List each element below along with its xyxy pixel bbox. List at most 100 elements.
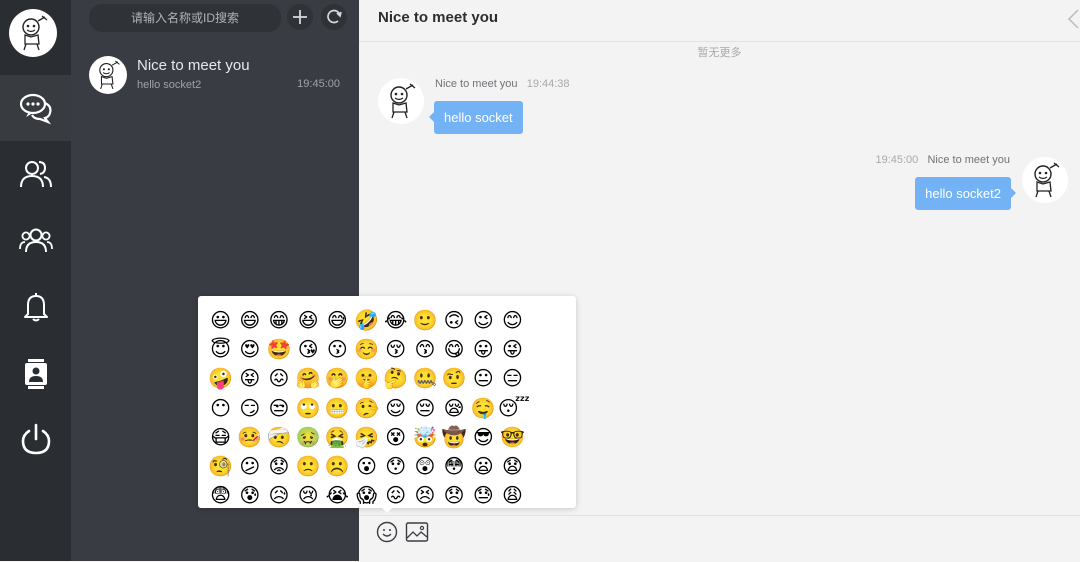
message-bubble[interactable]: hello socket: [429, 101, 523, 134]
emoji-item[interactable]: 🤤: [469, 394, 498, 423]
emoji-item[interactable]: 😶: [206, 394, 235, 423]
emoji-item[interactable]: 🤪: [206, 364, 235, 393]
emoji-item[interactable]: 🙁: [294, 452, 323, 481]
emoji-item[interactable]: 🤣: [352, 306, 381, 335]
emoji-item[interactable]: 😇: [206, 335, 235, 364]
emoji-item[interactable]: 😖: [264, 364, 293, 393]
emoji-item[interactable]: 🤐: [410, 364, 439, 393]
emoji-item[interactable]: 😃: [206, 306, 235, 335]
emoji-item[interactable]: 🙂: [410, 306, 439, 335]
emoji-item[interactable]: 😜: [498, 335, 527, 364]
emoji-item[interactable]: 😞: [440, 481, 469, 508]
emoji-item[interactable]: 😥: [264, 481, 293, 508]
emoji-item[interactable]: ☹️: [323, 452, 352, 481]
emoji-item[interactable]: 😎: [469, 423, 498, 452]
emoji-item[interactable]: 😕: [235, 452, 264, 481]
image-button[interactable]: [405, 520, 429, 544]
emoji-item[interactable]: 😚: [381, 335, 410, 364]
user-group-icon: [18, 228, 53, 253]
search-input[interactable]: [89, 4, 281, 32]
emoji-item[interactable]: 😉: [469, 306, 498, 335]
emoji-item[interactable]: 😍: [235, 335, 264, 364]
emoji-item[interactable]: 😨: [206, 481, 235, 508]
emoji-item[interactable]: 😯: [381, 452, 410, 481]
emoji-item[interactable]: 😰: [235, 481, 264, 508]
emoji-item[interactable]: 😑: [498, 364, 527, 393]
emoji-item[interactable]: 🤩: [264, 335, 293, 364]
emoji-item[interactable]: 😣: [410, 481, 439, 508]
emoji-item[interactable]: 🤮: [323, 423, 352, 452]
emoji-item[interactable]: 😐: [469, 364, 498, 393]
message-avatar[interactable]: [378, 78, 424, 124]
emoji-item[interactable]: 😦: [469, 452, 498, 481]
emoji-item[interactable]: 😛: [469, 335, 498, 364]
emoji-item[interactable]: 😝: [235, 364, 264, 393]
emoji-item[interactable]: 😴: [498, 394, 530, 423]
emoji-item[interactable]: 🤫: [352, 364, 381, 393]
emoji-item[interactable]: 🤠: [440, 423, 469, 452]
emoji-item[interactable]: 🤔: [381, 364, 410, 393]
user-avatar[interactable]: [9, 9, 57, 57]
emoji-item[interactable]: 😊: [498, 306, 527, 335]
emoji-item[interactable]: 😧: [498, 452, 527, 481]
emoji-item[interactable]: 😆: [294, 306, 323, 335]
emoji-button[interactable]: [375, 520, 399, 544]
nav-logout[interactable]: [0, 406, 71, 472]
nav-address-book[interactable]: [0, 340, 71, 406]
emoji-item[interactable]: 😭: [323, 481, 352, 508]
emoji-item[interactable]: 😙: [410, 335, 439, 364]
emoji-item[interactable]: 🙄: [294, 394, 323, 423]
emoji-item[interactable]: 😗: [323, 335, 352, 364]
emoji-item[interactable]: 😁: [264, 306, 293, 335]
emoji-item[interactable]: 😵: [381, 423, 410, 452]
emoji-item[interactable]: ☺️: [352, 335, 381, 364]
emoji-item[interactable]: 😓: [469, 481, 498, 508]
refresh-button[interactable]: [321, 4, 347, 30]
emoji-item[interactable]: 🤧: [352, 423, 381, 452]
conversation-item[interactable]: Nice to meet you hello socket2 19:45:00: [71, 44, 359, 104]
emoji-item[interactable]: 🤥: [352, 394, 381, 423]
add-button[interactable]: [287, 4, 313, 30]
emoji-item[interactable]: 😌: [381, 394, 410, 423]
emoji-item[interactable]: 😏: [235, 394, 264, 423]
user-pair-icon: [19, 161, 52, 188]
emoji-item[interactable]: 😅: [323, 306, 352, 335]
emoji-item[interactable]: 😲: [410, 452, 439, 481]
message-bubble[interactable]: hello socket2: [915, 177, 1016, 210]
smiley-icon: [376, 521, 398, 543]
nav-messages[interactable]: [0, 75, 71, 141]
emoji-item[interactable]: 🤭: [323, 364, 352, 393]
emoji-item[interactable]: 🤢: [294, 423, 323, 452]
emoji-item[interactable]: 😂: [381, 306, 410, 335]
emoji-item[interactable]: 😱: [352, 481, 381, 508]
emoji-item[interactable]: 😬: [323, 394, 352, 423]
emoji-item[interactable]: 😒: [264, 394, 293, 423]
emoji-item[interactable]: 🤕: [264, 423, 293, 452]
emoji-item[interactable]: 😮: [352, 452, 381, 481]
nav-groups[interactable]: [0, 207, 71, 273]
nav-contacts[interactable]: [0, 141, 71, 207]
message-avatar[interactable]: [1022, 157, 1068, 203]
emoji-item[interactable]: 😳: [440, 452, 469, 481]
emoji-item[interactable]: 🤯: [410, 423, 439, 452]
emoji-item[interactable]: 😪: [440, 394, 469, 423]
emoji-item[interactable]: 😷: [206, 423, 235, 452]
emoji-item[interactable]: 🙃: [440, 306, 469, 335]
emoji-item[interactable]: 😔: [410, 394, 439, 423]
conversation-last-message: hello socket2: [137, 79, 202, 91]
emoji-item[interactable]: 🧐: [206, 452, 235, 481]
collapse-button[interactable]: [1064, 8, 1080, 30]
emoji-item[interactable]: 🤓: [498, 423, 527, 452]
emoji-item[interactable]: 😋: [440, 335, 469, 364]
emoji-item[interactable]: 😟: [264, 452, 293, 481]
message-composer: [359, 515, 1080, 562]
emoji-item[interactable]: 🤒: [235, 423, 264, 452]
emoji-item[interactable]: 😩: [498, 481, 527, 508]
emoji-item[interactable]: 🤗: [294, 364, 323, 393]
emoji-item[interactable]: 😘: [294, 335, 323, 364]
emoji-item[interactable]: 🤨: [440, 364, 469, 393]
emoji-item[interactable]: 😖: [381, 481, 410, 508]
emoji-item[interactable]: 😢: [294, 481, 323, 508]
emoji-item[interactable]: 😄: [235, 306, 264, 335]
nav-notifications[interactable]: [0, 273, 71, 339]
